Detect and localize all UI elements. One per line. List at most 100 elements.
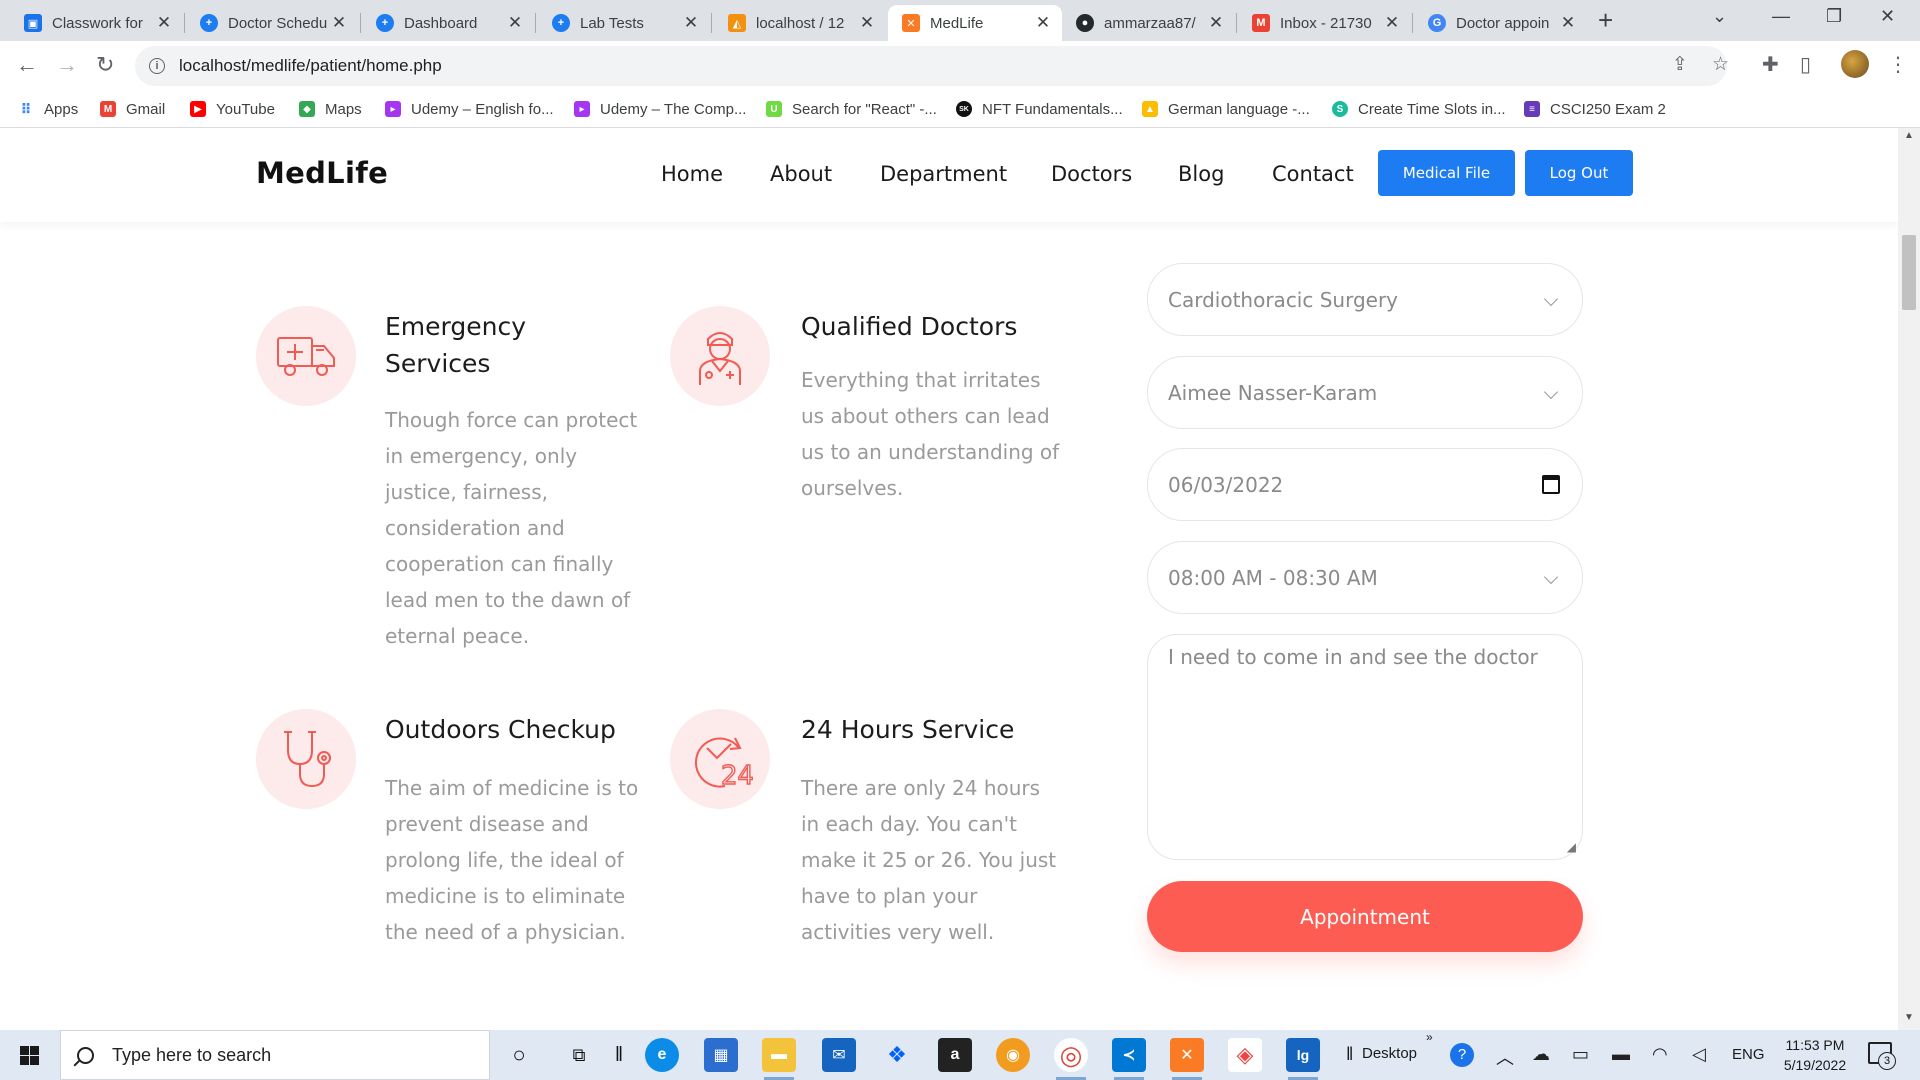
close-icon[interactable]: ✕ <box>1559 13 1577 33</box>
desktop-toolbar-label[interactable]: Desktop <box>1362 1045 1417 1062</box>
device-icon[interactable]: ▭ <box>1572 1044 1589 1065</box>
onedrive-cloud-icon[interactable]: ☁ <box>1532 1044 1550 1065</box>
nav-about[interactable]: About <box>770 162 832 186</box>
close-icon[interactable]: ✕ <box>858 13 876 33</box>
bookmark-label: Maps <box>325 100 362 118</box>
xampp-icon[interactable]: ✕ <box>1170 1038 1204 1080</box>
medical-file-button[interactable]: Medical File <box>1378 150 1515 196</box>
browser-tab[interactable]: + Dashboard ✕ <box>362 5 534 41</box>
calendar-icon[interactable] <box>1542 474 1560 494</box>
profile-avatar[interactable] <box>1841 50 1869 78</box>
tab-search-icon[interactable]: ⌄ <box>1712 6 1727 27</box>
wifi-icon[interactable]: ◠ <box>1652 1044 1668 1065</box>
bookmark-gmail[interactable]: M Gmail <box>100 96 165 122</box>
bookmark-nft[interactable]: SK NFT Fundamentals... <box>956 96 1123 122</box>
bookmark-label: Gmail <box>126 100 166 118</box>
bookmarks-bar: ⠿ Apps M Gmail ▶ YouTube ◆ Maps ▸ Udemy … <box>0 90 1920 128</box>
browser-tab[interactable]: + Doctor Schedu ✕ <box>186 5 358 41</box>
time-slot-select[interactable]: 08:00 AM - 08:30 AM <box>1147 541 1583 614</box>
browser-tab[interactable]: G Doctor appoin ✕ <box>1414 5 1587 41</box>
browser-tab[interactable]: + Lab Tests ✕ <box>538 5 710 41</box>
restore-icon[interactable]: ❐ <box>1826 6 1842 27</box>
browser-tab[interactable]: M Inbox - 21730 ✕ <box>1238 5 1411 41</box>
language-indicator[interactable]: ENG <box>1732 1046 1765 1063</box>
site-logo[interactable]: MedLife <box>256 156 388 190</box>
department-select[interactable]: Cardiothoracic Surgery <box>1147 263 1583 336</box>
share-icon[interactable]: ⇪ <box>1672 53 1688 76</box>
scrollbar-thumb[interactable] <box>1902 235 1916 310</box>
close-icon[interactable]: ✕ <box>1034 13 1052 33</box>
bookmark-youtube[interactable]: ▶ YouTube <box>190 96 275 122</box>
close-window-icon[interactable]: ✕ <box>1880 6 1895 27</box>
bookmark-upwork-search[interactable]: U Search for "React" -... <box>766 96 937 122</box>
appointment-button[interactable]: Appointment <box>1147 881 1583 952</box>
edge-icon[interactable]: e <box>645 1038 679 1072</box>
nav-doctors[interactable]: Doctors <box>1051 162 1132 186</box>
bookmark-udemy-english[interactable]: ▸ Udemy – English fo... <box>385 96 554 122</box>
close-icon[interactable]: ✕ <box>506 13 524 33</box>
sourcetree-icon[interactable]: ◈ <box>1228 1038 1262 1072</box>
chevron-up-icon[interactable]: ︿ <box>1496 1044 1514 1070</box>
doctor-select[interactable]: Aimee Nasser-Karam <box>1147 356 1583 429</box>
scroll-down-arrow-icon[interactable]: ▼ <box>1904 1012 1914 1023</box>
date-input[interactable]: 06/03/2022 <box>1147 448 1583 521</box>
mail-icon[interactable]: ✉ <box>822 1038 856 1072</box>
bookmark-german[interactable]: ▲ German language -... <box>1142 96 1310 122</box>
dropbox-icon[interactable]: ❖ <box>880 1038 914 1072</box>
message-textarea[interactable]: I need to come in and see the doctor ◢ <box>1147 634 1583 860</box>
file-explorer-icon[interactable]: ▬ <box>762 1038 796 1080</box>
bookmark-time-slots[interactable]: S Create Time Slots in... <box>1332 96 1506 122</box>
doctor-value: Aimee Nasser-Karam <box>1168 380 1378 405</box>
amazon-icon[interactable]: a <box>938 1038 972 1072</box>
new-tab-icon[interactable]: + <box>1598 5 1613 36</box>
nav-home[interactable]: Home <box>661 162 723 186</box>
bookmark-star-icon[interactable]: ☆ <box>1712 53 1729 76</box>
minimize-icon[interactable]: — <box>1772 6 1790 27</box>
app-lg-icon[interactable]: lg <box>1286 1038 1320 1080</box>
bookmark-label: NFT Fundamentals... <box>982 100 1123 118</box>
browser-tab[interactable]: ▣ Classwork for ✕ <box>10 5 183 41</box>
store-icon[interactable]: ▦ <box>704 1038 738 1072</box>
back-arrow-icon[interactable]: ← <box>16 52 38 78</box>
battery-icon[interactable]: ▬ <box>1612 1044 1630 1065</box>
forward-arrow-icon[interactable]: → <box>56 52 78 78</box>
url-text: localhost/medlife/patient/home.php <box>179 56 442 75</box>
nav-blog[interactable]: Blog <box>1178 162 1224 186</box>
windows-start-icon[interactable] <box>20 1046 39 1065</box>
site-info-icon[interactable]: i <box>149 58 165 74</box>
page-scrollbar[interactable]: ▲ ▼ <box>1898 128 1920 1030</box>
volume-icon[interactable]: ◁ <box>1692 1044 1706 1065</box>
reload-icon[interactable]: ↻ <box>96 52 114 78</box>
cortana-icon[interactable]: ○ <box>502 1038 536 1072</box>
opera-like-icon[interactable]: ◉ <box>996 1038 1030 1072</box>
close-icon[interactable]: ✕ <box>682 13 700 33</box>
browser-tab[interactable]: ● ammarzaa87/ ✕ <box>1062 5 1235 41</box>
close-icon[interactable]: ✕ <box>330 13 348 33</box>
extensions-puzzle-icon[interactable]: ✚ <box>1762 52 1779 77</box>
browser-tab-active[interactable]: ✕ MedLife ✕ <box>888 5 1062 41</box>
toolbar-overflow-icon[interactable]: » <box>1426 1030 1433 1044</box>
resize-grip-icon[interactable]: ◢ <box>1567 840 1576 854</box>
bookmark-udemy-comp[interactable]: ▸ Udemy – The Comp... <box>574 96 746 122</box>
help-icon[interactable]: ? <box>1450 1043 1474 1067</box>
chrome-icon[interactable]: ◎ <box>1054 1038 1088 1080</box>
bookmark-csci250[interactable]: ≡ CSCI250 Exam 2 <box>1524 96 1666 122</box>
browser-tab[interactable]: ◭ localhost / 12 ✕ <box>714 5 886 41</box>
bookmark-apps[interactable]: ⠿ Apps <box>18 96 79 122</box>
scroll-up-arrow-icon[interactable]: ▲ <box>1904 130 1914 141</box>
nav-department[interactable]: Department <box>880 162 1007 186</box>
nav-contact[interactable]: Contact <box>1272 162 1354 186</box>
logout-button[interactable]: Log Out <box>1525 150 1633 196</box>
vscode-icon[interactable]: ≺ <box>1112 1038 1146 1080</box>
close-icon[interactable]: ✕ <box>1207 13 1225 33</box>
system-clock[interactable]: 11:53 PM 5/19/2022 <box>1775 1035 1855 1075</box>
taskbar-search-box[interactable]: Type here to search <box>60 1030 490 1080</box>
feature-text: The aim of medicine is to prevent diseas… <box>385 776 639 944</box>
close-icon[interactable]: ✕ <box>155 13 173 33</box>
address-bar[interactable]: i localhost/medlife/patient/home.php <box>135 46 1727 86</box>
chrome-menu-icon[interactable]: ⋮ <box>1888 52 1908 77</box>
task-view-icon[interactable]: ⧉ <box>562 1038 596 1072</box>
bookmark-maps[interactable]: ◆ Maps <box>299 96 362 122</box>
side-panel-icon[interactable]: ▯ <box>1800 52 1811 77</box>
close-icon[interactable]: ✕ <box>1383 13 1401 33</box>
